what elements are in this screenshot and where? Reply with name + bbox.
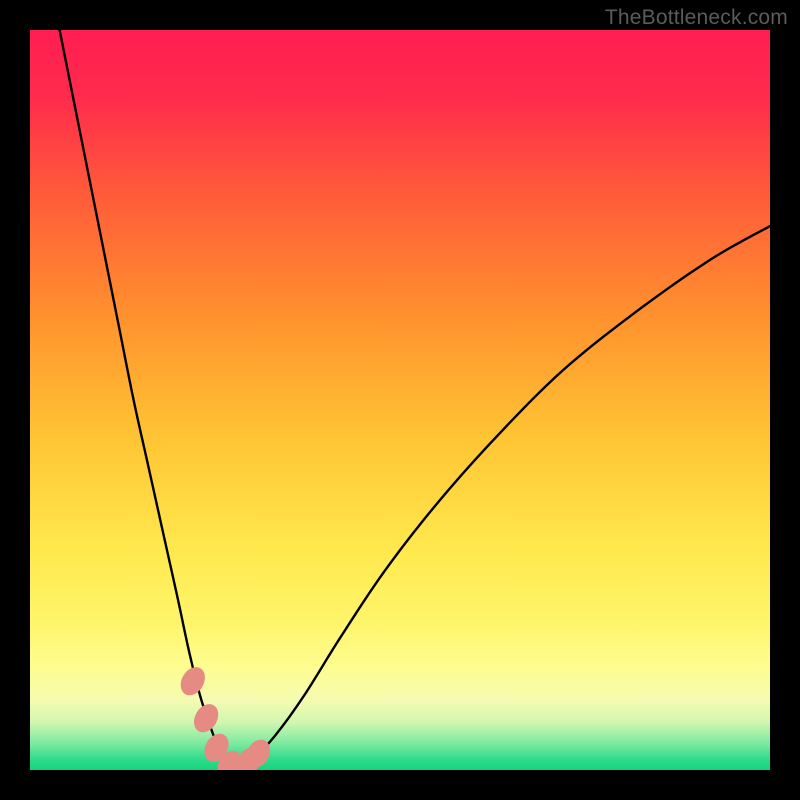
- bottleneck-curve: [60, 30, 770, 767]
- marker-point: [176, 663, 210, 700]
- plot-area: [30, 30, 770, 770]
- data-markers: [176, 663, 275, 770]
- marker-point: [189, 700, 223, 737]
- chart-frame: TheBottleneck.com: [0, 0, 800, 800]
- curve-layer: [30, 30, 770, 770]
- watermark-text: TheBottleneck.com: [605, 6, 788, 30]
